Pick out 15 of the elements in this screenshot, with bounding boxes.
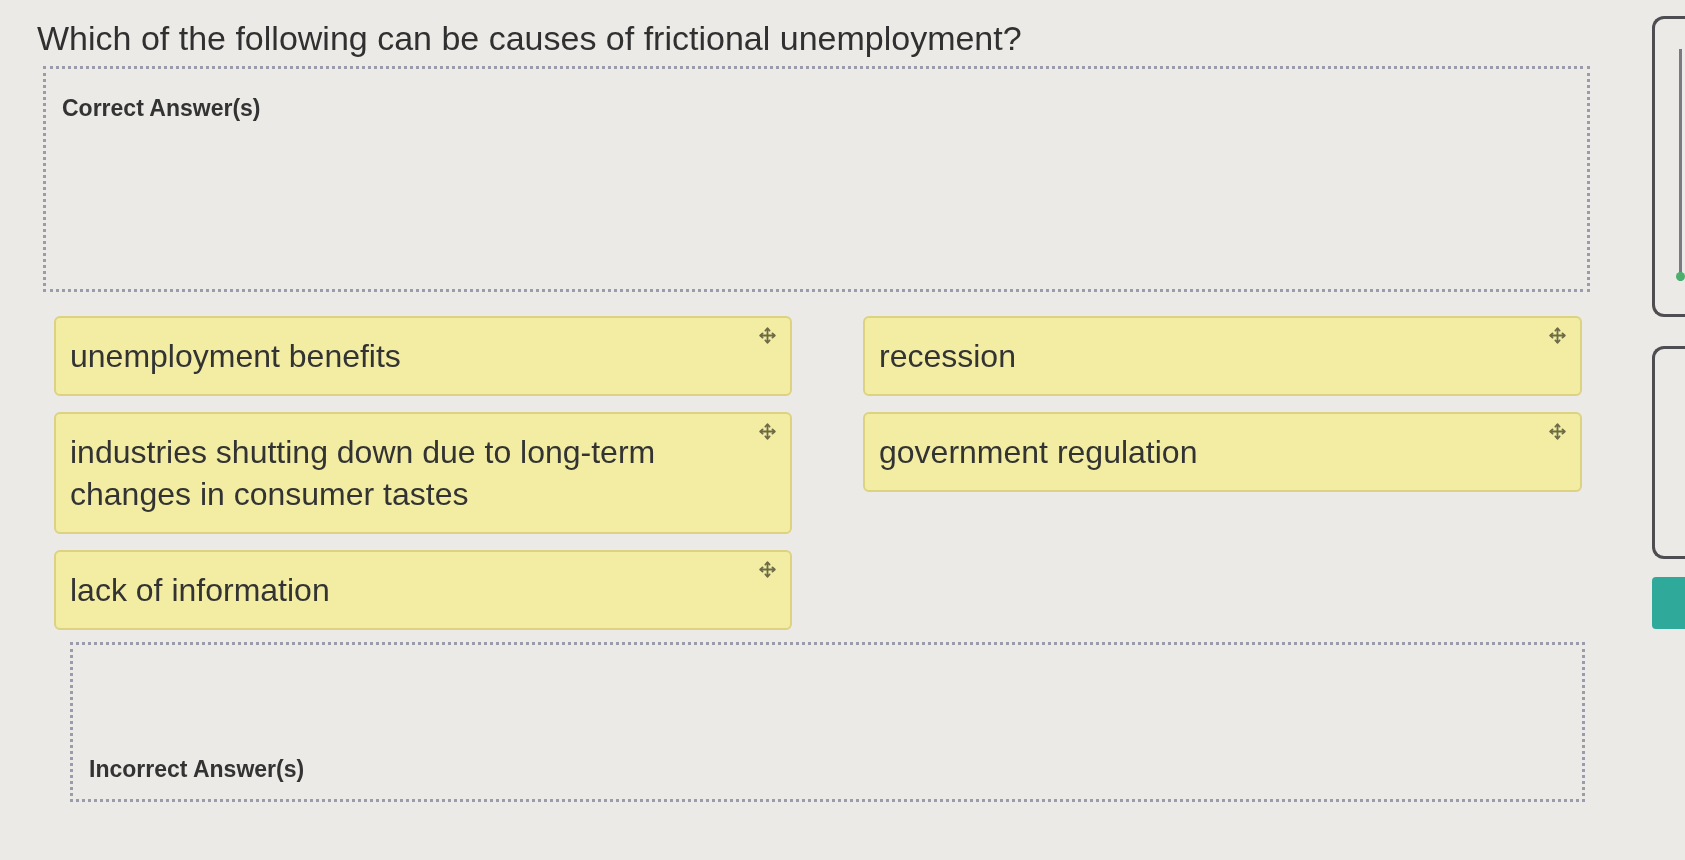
answer-card[interactable]: unemployment benefits xyxy=(54,316,792,396)
move-icon xyxy=(759,327,776,344)
drop-zone-label: Correct Answer(s) xyxy=(62,95,261,122)
dot-icon xyxy=(1676,272,1685,281)
move-icon xyxy=(759,561,776,578)
move-icon xyxy=(1549,423,1566,440)
move-icon xyxy=(1549,327,1566,344)
question-text: Which of the following can be causes of frictional unemployment? xyxy=(37,18,1023,58)
answer-card[interactable]: government regulation xyxy=(863,412,1582,492)
drop-zone-label: Incorrect Answer(s) xyxy=(89,756,305,783)
action-button[interactable] xyxy=(1652,577,1685,629)
move-icon xyxy=(759,423,776,440)
answer-card[interactable]: lack of information xyxy=(54,550,792,630)
answer-card[interactable]: recession xyxy=(863,316,1582,396)
answer-card[interactable]: industries shutting down due to long-term changes in consumer tastes xyxy=(54,412,792,534)
